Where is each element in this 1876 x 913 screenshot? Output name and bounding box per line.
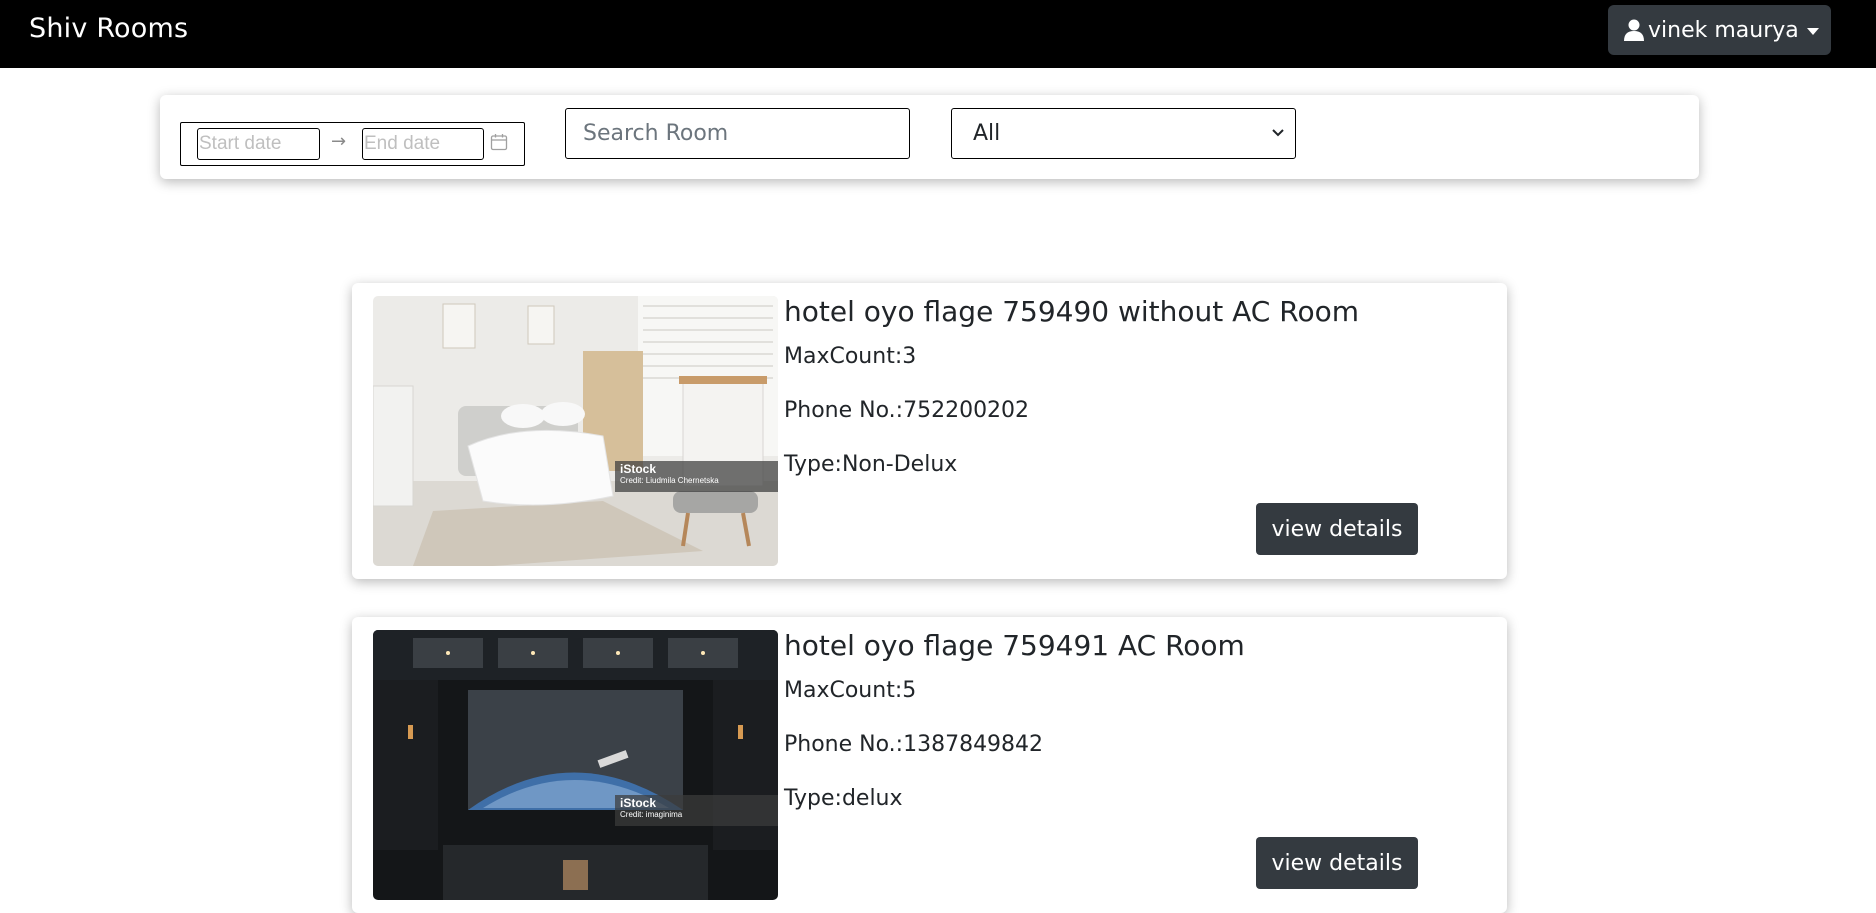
chevron-down-icon [1806,27,1819,35]
image-watermark: iStock Credit: Liudmila Chernetska [615,461,778,492]
room-type-selected: All [973,121,1001,146]
navbar: Shiv Rooms vinek maurya [0,0,1876,68]
chevron-down-icon [1272,129,1284,137]
room-max-count: MaxCount:3 [784,344,917,369]
view-details-button[interactable]: view details [1256,503,1418,555]
brand-logo[interactable]: Shiv Rooms [29,13,188,44]
start-date-input[interactable]: Start date [197,128,320,160]
room-max-count: MaxCount:5 [784,678,917,703]
date-range-picker[interactable]: Start date → End date [180,122,525,166]
room-type: Type:Non-Delux [784,452,958,477]
image-watermark: iStock Credit: imaginima [615,795,778,826]
room-image: iStock Credit: Liudmila Chernetska [373,296,778,566]
room-card: iStock Credit: imaginima hotel oyo flage… [352,617,1507,913]
view-details-button[interactable]: view details [1256,837,1418,889]
search-room-input[interactable]: Search Room [565,108,910,159]
room-image: iStock Credit: imaginima [373,630,778,900]
end-date-input[interactable]: End date [362,128,484,160]
calendar-icon[interactable] [490,133,508,151]
room-phone: Phone No.:752200202 [784,398,1030,423]
room-type: Type:delux [784,786,903,811]
user-name: vinek maurya [1648,17,1799,43]
range-separator-icon: → [331,131,347,152]
room-title: hotel oyo flage 759491 AC Room [784,629,1245,662]
room-type-select[interactable]: All [951,108,1296,159]
user-menu-button[interactable]: vinek maurya [1608,5,1831,55]
room-title: hotel oyo flage 759490 without AC Room [784,295,1359,328]
room-phone: Phone No.:1387849842 [784,732,1044,757]
room-card: iStock Credit: Liudmila Chernetska hotel… [352,283,1507,579]
filter-bar: Start date → End date Search Room All [160,95,1699,179]
user-icon [1624,19,1644,41]
